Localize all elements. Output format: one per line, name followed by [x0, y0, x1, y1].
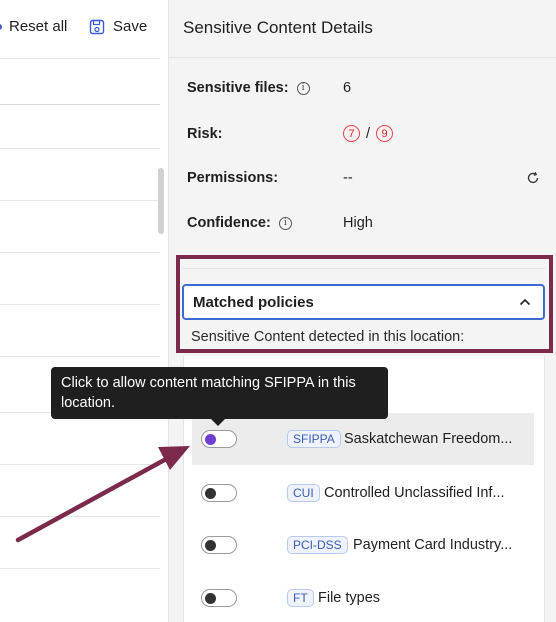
policy-name: Controlled Unclassified Inf...: [324, 485, 505, 501]
policy-toggle[interactable]: [201, 536, 237, 554]
permissions-value: --: [343, 170, 353, 186]
confidence-value: High: [343, 215, 373, 231]
sensitive-files-row: Sensitive files: i 6: [187, 80, 351, 96]
row-divider: [0, 356, 160, 357]
left-toolbar: Reset all Save: [0, 0, 168, 58]
policy-tag: SFIPPA: [287, 430, 341, 448]
table-header-divider: [0, 104, 160, 105]
row-divider: [0, 568, 160, 569]
policy-item-pci-dss[interactable]: PCI-DSS Payment Card Industry...: [192, 519, 534, 571]
risk-current-badge: 7: [343, 125, 360, 142]
row-divider: [0, 148, 160, 149]
risk-label: Risk:: [187, 125, 223, 142]
policy-toggle[interactable]: [201, 430, 237, 448]
panel-header: Sensitive Content Details: [169, 0, 556, 58]
sensitive-files-label-wrap: Sensitive files: i: [187, 80, 343, 96]
policy-toggle[interactable]: [201, 484, 237, 502]
confidence-label: Confidence:: [187, 215, 271, 231]
risk-separator: /: [366, 125, 371, 142]
reset-icon: [0, 23, 2, 30]
policy-item-file-types[interactable]: FT File types: [192, 572, 534, 622]
reset-all-label: Reset all: [9, 18, 68, 35]
left-pane: Reset all Save: [0, 0, 169, 622]
policy-toggle[interactable]: [201, 589, 237, 607]
permissions-label: Permissions:: [187, 170, 279, 186]
chevron-up-icon: [519, 298, 531, 306]
policy-tag: FT: [287, 589, 314, 607]
details-panel: Sensitive Content Details Sensitive file…: [169, 0, 556, 622]
toggle-knob: [205, 539, 216, 551]
matched-policies-title: Matched policies: [193, 293, 314, 311]
confidence-label-wrap: Confidence: i: [187, 215, 343, 231]
policy-item-sfippa[interactable]: SFIPPA Saskatchewan Freedom...: [192, 413, 534, 465]
tooltip-pointer: [211, 419, 225, 426]
info-icon[interactable]: i: [278, 216, 292, 230]
detected-text: Sensitive Content detected in this locat…: [191, 329, 465, 345]
sensitive-files-label: Sensitive files:: [187, 80, 289, 96]
info-icon[interactable]: i: [296, 81, 310, 95]
policy-name: Saskatchewan Freedom...: [344, 431, 513, 447]
policy-item-cui[interactable]: CUI Controlled Unclassified Inf...: [192, 467, 534, 519]
row-divider: [0, 464, 160, 465]
tooltip: Click to allow content matching SFIPPA i…: [51, 367, 388, 419]
reset-all-button[interactable]: Reset all: [0, 18, 67, 35]
toggle-knob: [205, 592, 216, 604]
risk-row: Risk: 7 / 9: [187, 125, 394, 142]
risk-value: 7 / 9: [343, 125, 394, 142]
floppy-disk-icon: [89, 19, 105, 34]
save-button[interactable]: Save: [89, 18, 147, 35]
toggle-knob: [205, 487, 216, 499]
toolbar-divider: [0, 58, 160, 59]
row-divider: [0, 304, 160, 305]
row-divider: [0, 516, 160, 517]
matched-policies-toggle[interactable]: Matched policies: [182, 284, 545, 320]
section-divider: [183, 268, 545, 269]
confidence-row: Confidence: i High: [187, 215, 373, 231]
policy-tag: PCI-DSS: [287, 536, 348, 554]
save-label: Save: [113, 18, 148, 35]
policy-name: File types: [318, 590, 381, 606]
risk-max-badge: 9: [376, 125, 394, 142]
policy-name: Payment Card Industry...: [353, 537, 513, 553]
row-divider: [0, 200, 160, 201]
scrollbar-thumb[interactable]: [158, 168, 164, 234]
sensitive-files-value: 6: [343, 80, 352, 96]
refresh-icon[interactable]: [526, 171, 540, 185]
toggle-knob: [205, 433, 216, 445]
policy-tag: CUI: [287, 484, 320, 502]
panel-title: Sensitive Content Details: [183, 18, 373, 37]
permissions-row: Permissions: --: [187, 170, 353, 186]
row-divider: [0, 252, 160, 253]
